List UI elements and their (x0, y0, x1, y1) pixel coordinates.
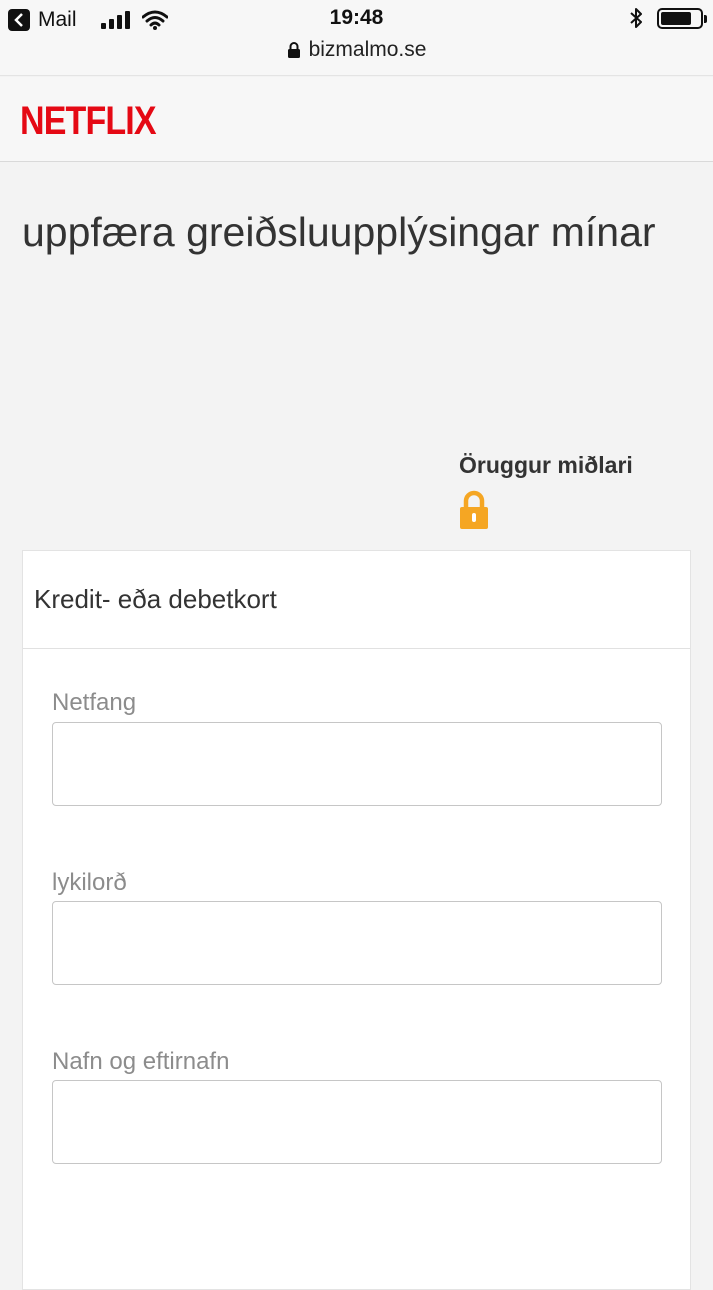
password-field[interactable] (52, 901, 662, 985)
secure-server-label: Öruggur miðlari (459, 452, 633, 478)
bluetooth-icon (630, 8, 642, 28)
clock: 19:48 (329, 6, 384, 29)
address-bar[interactable]: bizmalmo.se (0, 38, 713, 62)
password-label: lykilorð (52, 869, 127, 896)
status-right (629, 7, 707, 29)
email-field[interactable] (52, 722, 662, 806)
email-label: Netfang (52, 689, 137, 716)
lock-icon (287, 42, 300, 58)
full-name-label: Nafn og eftirnafn (52, 1048, 230, 1075)
full-name-field[interactable] (52, 1080, 662, 1164)
battery-icon (657, 7, 707, 29)
padlock-icon (460, 490, 488, 529)
site-header: NETFLIX (0, 77, 713, 162)
url-text: bizmalmo.se (308, 38, 427, 61)
card-type-header[interactable]: Kredit- eða debetkort (23, 551, 690, 649)
payment-form-card: Kredit- eða debetkort Netfang lykilorð N… (22, 550, 691, 1290)
netflix-logo[interactable]: NETFLIX (20, 99, 157, 144)
page-title: uppfæra greiðsluupplýsingar mínar (22, 209, 656, 255)
status-bar: Mail 19:48 bizmalmo.se (0, 0, 713, 76)
